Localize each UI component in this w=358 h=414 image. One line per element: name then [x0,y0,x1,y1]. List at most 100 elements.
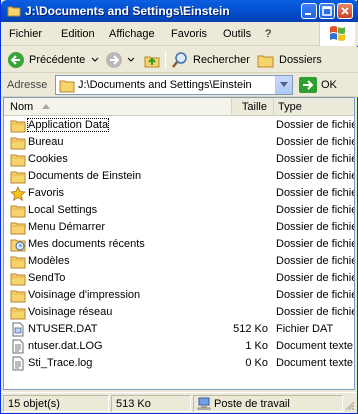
address-dropdown-button[interactable] [275,76,292,94]
address-value: J:\Documents and Settings\Einstein [78,79,252,91]
file-row[interactable]: ntuser.dat.LOG 1 Ko Document texte [4,338,354,355]
title-bar[interactable]: J:\Documents and Settings\Einstein [1,0,358,22]
close-button[interactable] [337,3,353,19]
file-name: Voisinage d'impression [28,289,141,301]
file-type: Dossier de fichiers [276,306,354,318]
status-size: 513 Ko [111,395,191,412]
text-file-icon [12,356,24,371]
file-row[interactable]: Menu Démarrer Dossier de fichiers [4,219,354,236]
search-button[interactable]: Rechercher [171,50,250,70]
dat-file-icon [12,322,24,337]
folder-icon [10,120,26,133]
window-title: J:\Documents and Settings\Einstein [25,4,230,18]
resize-grip-icon[interactable] [344,400,355,411]
sort-up-icon [42,104,50,109]
file-name: Bureau [28,136,64,148]
maximize-icon [322,6,332,16]
folder-icon [59,80,75,93]
file-row[interactable]: Local Settings Dossier de fichiers [4,202,354,219]
chevron-down-icon [127,57,135,62]
file-row[interactable]: Bureau Dossier de fichiers [4,134,354,151]
forward-button[interactable] [105,50,137,70]
recent-docs-icon [10,239,26,252]
up-folder-button[interactable] [143,50,161,70]
go-button[interactable]: OK [299,76,337,94]
file-type: Document texte [276,357,354,369]
file-name: Application Data [26,118,110,132]
status-location: Poste de travail [193,395,343,412]
forward-arrow-icon [106,52,122,68]
file-row[interactable]: Favoris Dossier de fichiers [4,185,354,202]
file-row[interactable]: Application Data Dossier de fichiers [4,117,354,134]
folder-icon [10,290,26,303]
chevron-down-icon [280,82,288,87]
file-row[interactable]: NTUSER.DAT 512 Ko Fichier DAT [4,321,354,338]
menu-fichier[interactable]: Fichier [9,28,42,40]
menu-affichage[interactable]: Affichage [109,28,155,40]
menu-help[interactable]: ? [265,28,271,40]
file-list[interactable]: Nom Taille Type Application Data Dossier … [3,97,355,390]
windows-logo [319,22,355,46]
file-name: Menu Démarrer [28,221,106,233]
file-row[interactable]: SendTo Dossier de fichiers [4,270,354,287]
file-row[interactable]: Modèles Dossier de fichiers [4,253,354,270]
folder-icon [10,256,26,269]
folders-icon [257,55,274,68]
maximize-button[interactable] [319,3,335,19]
file-size: 0 Ko [245,357,268,369]
back-button[interactable]: Précédente [7,50,101,70]
folder-icon [10,222,26,235]
address-label: Adresse [7,79,48,91]
file-row[interactable]: Mes documents récents Dossier de fichiers [4,236,354,253]
column-header: Nom Taille Type [4,98,354,116]
back-arrow-icon [8,52,24,68]
file-name: SendTo [28,272,66,284]
file-row[interactable]: Sti_Trace.log 0 Ko Document texte [4,355,354,372]
text-file-icon [12,339,24,354]
computer-icon [197,397,211,410]
file-name: Voisinage réseau [28,306,113,318]
column-size[interactable]: Taille [232,98,274,115]
windows-flag-icon [330,26,345,41]
folders-button[interactable]: Dossiers [257,50,322,70]
folder-icon [10,154,26,167]
minimize-button[interactable] [301,3,317,19]
folder-icon [10,171,26,184]
file-size: 1 Ko [245,340,268,352]
search-icon [172,52,187,68]
folder-icon [10,307,26,320]
file-type: Dossier de fichiers [276,119,354,131]
file-type: Dossier de fichiers [276,272,354,284]
standard-toolbar: Précédente Rechercher Dossiers [1,47,358,73]
file-type: Document texte [276,340,354,352]
file-row[interactable]: Cookies Dossier de fichiers [4,151,354,168]
file-type: Dossier de fichiers [276,255,354,267]
file-name: Favoris [28,187,65,199]
file-type: Dossier de fichiers [276,221,354,233]
menu-outils[interactable]: Outils [223,28,251,40]
file-name: Sti_Trace.log [28,357,93,369]
address-bar: Adresse J:\Documents and Settings\Einste… [1,73,358,97]
star-folder-icon [10,186,26,201]
file-row[interactable]: Voisinage d'impression Dossier de fichier… [4,287,354,304]
chevron-down-icon [91,57,99,62]
file-name: Modèles [28,255,70,267]
menu-favoris[interactable]: Favoris [171,28,207,40]
file-row[interactable]: Voisinage réseau Dossier de fichiers [4,304,354,321]
menu-edition[interactable]: Edition [61,28,95,40]
column-name[interactable]: Nom [4,98,232,115]
file-type: Dossier de fichiers [276,289,354,301]
column-type[interactable]: Type [274,98,354,115]
file-name: ntuser.dat.LOG [28,340,103,352]
status-bar: 15 objet(s) 513 Ko Poste de travail [1,392,357,413]
file-row[interactable]: Documents de Einstein Dossier de fichiers [4,168,354,185]
file-type: Dossier de fichiers [276,153,354,165]
file-name: Documents de Einstein [28,170,142,182]
address-field[interactable]: J:\Documents and Settings\Einstein [55,75,293,95]
minimize-icon [305,13,311,15]
file-type: Dossier de fichiers [276,170,354,182]
file-type: Dossier de fichiers [276,136,354,148]
folder-app-icon [7,6,21,17]
folder-icon [10,137,26,150]
close-icon [341,7,349,15]
